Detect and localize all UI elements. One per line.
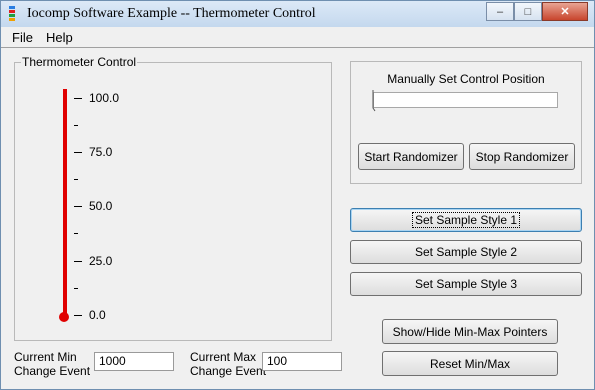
major-tick	[74, 206, 82, 207]
sample-style-3-button[interactable]: Set Sample Style 3	[350, 272, 582, 296]
slider-thumb-icon[interactable]	[372, 90, 376, 112]
tick-label-75: 75.0	[89, 145, 113, 159]
current-min-label-line2: Change Event	[14, 364, 91, 378]
current-min-field[interactable]: 1000	[94, 352, 174, 371]
menu-separator	[1, 47, 594, 48]
tick-label-50: 50.0	[89, 199, 113, 213]
minor-tick	[74, 288, 78, 289]
thermometer-group: Thermometer Control	[14, 55, 332, 341]
reset-minmax-label: Reset Min/Max	[429, 356, 511, 371]
start-randomizer-label: Start Randomizer	[364, 149, 458, 164]
current-min-label: Current Min Change Event	[14, 350, 90, 378]
menu-bar: File Help	[1, 28, 594, 47]
menu-help[interactable]: Help	[46, 30, 73, 45]
sample-style-2-button[interactable]: Set Sample Style 2	[350, 240, 582, 264]
show-hide-minmax-button[interactable]: Show/Hide Min-Max Pointers	[382, 319, 558, 344]
current-max-label-line1: Current Max	[190, 350, 257, 364]
minimize-button[interactable]: –	[486, 2, 514, 21]
window-controls: – □ ✕	[486, 2, 588, 21]
sample-style-1-label: Set Sample Style 1	[411, 212, 521, 228]
reset-minmax-button[interactable]: Reset Min/Max	[382, 351, 558, 376]
minor-tick	[74, 125, 78, 126]
position-slider-track[interactable]	[373, 92, 558, 108]
main-window: Iocomp Software Example -- Thermometer C…	[0, 0, 595, 390]
sample-style-2-label: Set Sample Style 2	[414, 245, 518, 259]
current-max-label-line2: Change Event	[190, 364, 267, 378]
sample-style-1-button[interactable]: Set Sample Style 1	[350, 208, 582, 232]
major-tick	[74, 261, 82, 262]
start-randomizer-button[interactable]: Start Randomizer	[358, 143, 464, 170]
window-title: Iocomp Software Example -- Thermometer C…	[27, 6, 316, 21]
minor-tick	[74, 233, 78, 234]
thermometer-group-label: Thermometer Control	[21, 55, 138, 69]
tick-label-25: 25.0	[89, 254, 113, 268]
current-min-label-line1: Current Min	[14, 350, 77, 364]
show-hide-minmax-label: Show/Hide Min-Max Pointers	[392, 324, 548, 339]
thermometer-tube	[63, 89, 67, 315]
position-group-title: Manually Set Control Position	[387, 72, 545, 86]
close-button[interactable]: ✕	[542, 2, 588, 21]
major-tick	[74, 152, 82, 153]
tick-label-100: 100.0	[89, 91, 120, 105]
current-max-field[interactable]: 100	[262, 352, 342, 371]
stop-randomizer-button[interactable]: Stop Randomizer	[469, 143, 575, 170]
thermometer-bulb	[59, 312, 69, 322]
sample-style-3-label: Set Sample Style 3	[414, 277, 518, 291]
major-tick	[74, 315, 82, 316]
current-max-label: Current Max Change Event	[190, 350, 266, 378]
minor-tick	[74, 179, 78, 180]
maximize-button[interactable]: □	[514, 2, 542, 21]
app-icon	[9, 6, 15, 21]
major-tick	[74, 98, 82, 99]
title-bar[interactable]: Iocomp Software Example -- Thermometer C…	[1, 1, 594, 27]
tick-label-0: 0.0	[89, 308, 106, 322]
menu-file[interactable]: File	[12, 30, 33, 45]
stop-randomizer-label: Stop Randomizer	[475, 149, 569, 164]
